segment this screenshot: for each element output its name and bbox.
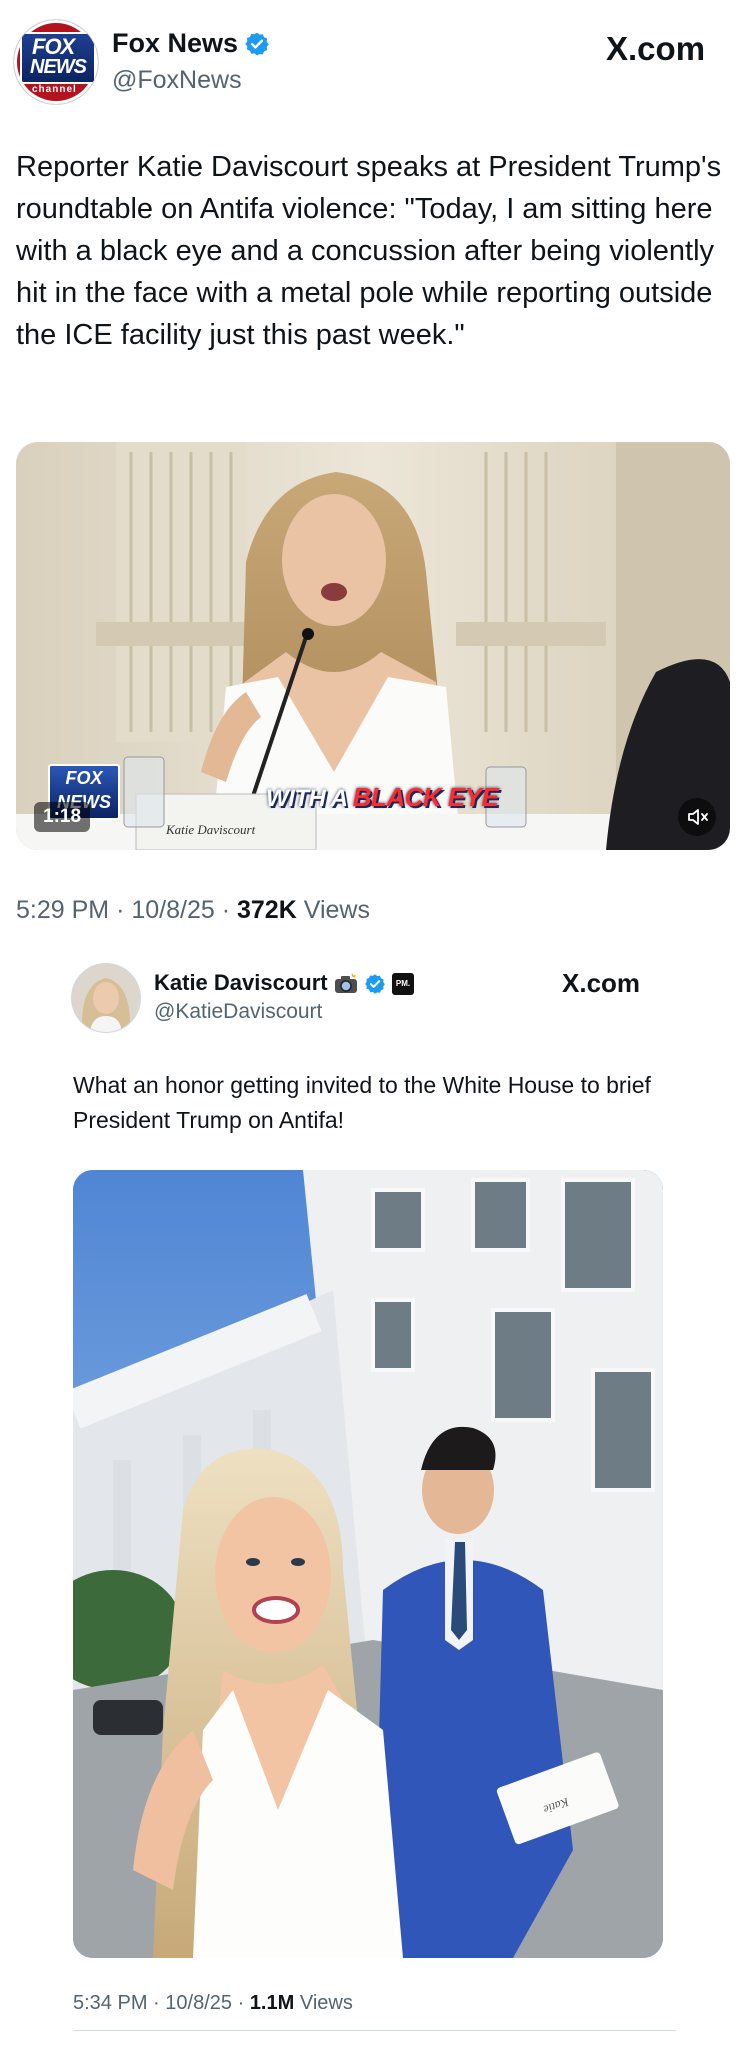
video-player[interactable]: FOX NEWS Katie Daviscourt WITH A BLACK E…	[16, 442, 730, 850]
post-text: Reporter Katie Daviscourt speaks at Pres…	[16, 151, 722, 351]
handle[interactable]: @KatieDaviscourt	[154, 1000, 322, 1024]
handle[interactable]: @FoxNews	[112, 66, 242, 95]
video-chyron: WITH A BLACK EYE	[266, 782, 499, 812]
post-time[interactable]: 5:34 PM	[73, 1992, 147, 2014]
post-meta: 5:29 PM · 10/8/25 · 372K Views	[16, 896, 370, 924]
avatar[interactable]	[72, 964, 140, 1032]
white-house-selfie	[73, 1170, 663, 1958]
views-count: 372K	[237, 896, 297, 924]
mute-button[interactable]	[678, 798, 716, 836]
post-date[interactable]: 10/8/25	[131, 896, 214, 924]
verified-badge-icon	[245, 32, 269, 56]
display-name[interactable]: Fox News	[112, 28, 238, 59]
affiliate-badge[interactable]: PM.	[392, 973, 414, 996]
post-date[interactable]: 10/8/25	[165, 1992, 232, 2014]
views-label: Views	[303, 896, 370, 924]
post-photo[interactable]: Katie	[73, 1170, 663, 1958]
verified-badge-icon	[364, 974, 385, 994]
site-label: X.com	[606, 30, 706, 67]
avatar[interactable]: FOX NEWS channel	[14, 20, 98, 104]
fox-news-logo: FOX NEWS	[20, 32, 96, 84]
post-text: What an honor getting invited to the Whi…	[73, 1072, 651, 1133]
avatar-photo	[72, 964, 140, 1032]
divider	[73, 2030, 676, 2031]
site-label: X.com	[562, 968, 641, 998]
video-duration: 1:18	[34, 802, 91, 832]
camera-emoji-icon	[334, 973, 357, 994]
views-count: 1.1M	[249, 1992, 295, 2014]
post-time[interactable]: 5:29 PM	[16, 896, 109, 924]
views-label: Views	[299, 1992, 353, 2014]
nameplate: Katie Daviscourt	[166, 822, 256, 837]
mute-icon	[688, 809, 708, 825]
display-name[interactable]: Katie Daviscourt PM.	[154, 970, 414, 996]
post-meta: 5:34 PM · 10/8/25 · 1.1M Views	[73, 1992, 353, 2014]
